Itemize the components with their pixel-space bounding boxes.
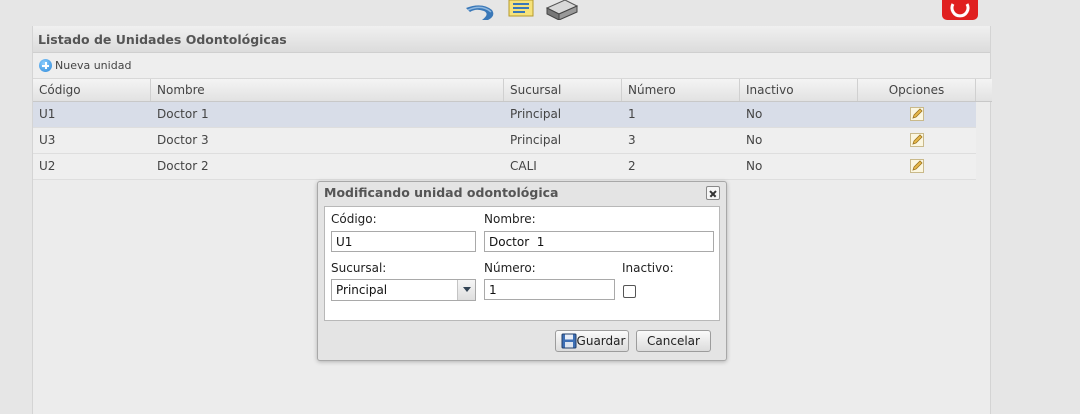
save-button[interactable]: Guardar xyxy=(555,330,629,352)
panel-title: Listado de Unidades Odontológicas xyxy=(33,26,990,53)
power-icon[interactable] xyxy=(940,0,980,20)
new-unit-label: Nueva unidad xyxy=(55,59,132,72)
nombre-field[interactable] xyxy=(484,231,714,252)
printer-icon[interactable] xyxy=(543,0,579,20)
sucursal-selected-value: Principal xyxy=(336,283,388,297)
close-icon[interactable] xyxy=(706,186,720,200)
cell-codigo: U1 xyxy=(39,107,56,121)
codigo-label: Código: xyxy=(331,212,377,226)
nombre-label: Nombre: xyxy=(484,212,536,226)
column-header-sucursal[interactable]: Sucursal xyxy=(504,79,622,101)
inactivo-label: Inactivo: xyxy=(622,261,674,275)
units-grid: Código Nombre Sucursal Número Inactivo O… xyxy=(33,79,992,180)
numero-field[interactable] xyxy=(484,279,615,300)
pencil-icon[interactable] xyxy=(910,159,924,173)
column-header-opciones: Opciones xyxy=(858,79,976,101)
cell-inactivo: No xyxy=(746,159,763,173)
cell-inactivo: No xyxy=(746,133,763,147)
table-row[interactable]: U1 Doctor 1 Principal 1 No xyxy=(33,102,976,128)
cell-numero: 3 xyxy=(628,133,636,147)
cell-numero: 1 xyxy=(628,107,636,121)
codigo-field[interactable] xyxy=(331,231,476,252)
save-label: Guardar xyxy=(576,334,626,348)
column-header-inactivo[interactable]: Inactivo xyxy=(740,79,858,101)
grid-header: Código Nombre Sucursal Número Inactivo O… xyxy=(33,79,992,102)
cancel-label: Cancelar xyxy=(647,334,700,348)
floppy-disk-icon xyxy=(561,333,577,349)
column-header-spacer xyxy=(976,79,992,101)
cell-nombre: Doctor 2 xyxy=(157,159,209,173)
column-header-codigo[interactable]: Código xyxy=(33,79,151,101)
cell-inactivo: No xyxy=(746,107,763,121)
cell-opciones xyxy=(858,102,976,127)
inactivo-checkbox[interactable] xyxy=(623,285,636,298)
chevron-down-icon xyxy=(457,280,475,300)
back-arrow-icon[interactable] xyxy=(462,0,500,20)
new-unit-button[interactable]: Nueva unidad xyxy=(33,53,990,79)
cell-codigo: U3 xyxy=(39,133,56,147)
plus-icon xyxy=(39,59,52,72)
column-header-nombre[interactable]: Nombre xyxy=(151,79,504,101)
numero-label: Número: xyxy=(484,261,536,275)
cell-nombre: Doctor 1 xyxy=(157,107,209,121)
note-icon[interactable] xyxy=(507,0,535,18)
cell-sucursal: CALI xyxy=(510,159,537,173)
cancel-button[interactable]: Cancelar xyxy=(636,330,711,352)
cell-sucursal: Principal xyxy=(510,107,562,121)
cell-sucursal: Principal xyxy=(510,133,562,147)
dialog-title: Modificando unidad odontológica xyxy=(324,185,559,200)
pencil-icon[interactable] xyxy=(910,107,924,121)
sucursal-label: Sucursal: xyxy=(331,261,387,275)
edit-unit-dialog: Modificando unidad odontológica Código: … xyxy=(317,181,727,361)
cell-opciones xyxy=(858,128,976,153)
top-toolbar xyxy=(0,0,1080,26)
cell-numero: 2 xyxy=(628,159,636,173)
cell-opciones xyxy=(858,154,976,179)
table-row[interactable]: U3 Doctor 3 Principal 3 No xyxy=(33,128,976,154)
sucursal-select[interactable]: Principal xyxy=(331,279,476,301)
cell-codigo: U2 xyxy=(39,159,56,173)
dialog-title-bar[interactable]: Modificando unidad odontológica xyxy=(318,182,726,204)
pencil-icon[interactable] xyxy=(910,133,924,147)
dialog-form: Código: Nombre: Sucursal: Principal Núme… xyxy=(324,206,720,321)
cell-nombre: Doctor 3 xyxy=(157,133,209,147)
table-row[interactable]: U2 Doctor 2 CALI 2 No xyxy=(33,154,976,180)
column-header-numero[interactable]: Número xyxy=(622,79,740,101)
